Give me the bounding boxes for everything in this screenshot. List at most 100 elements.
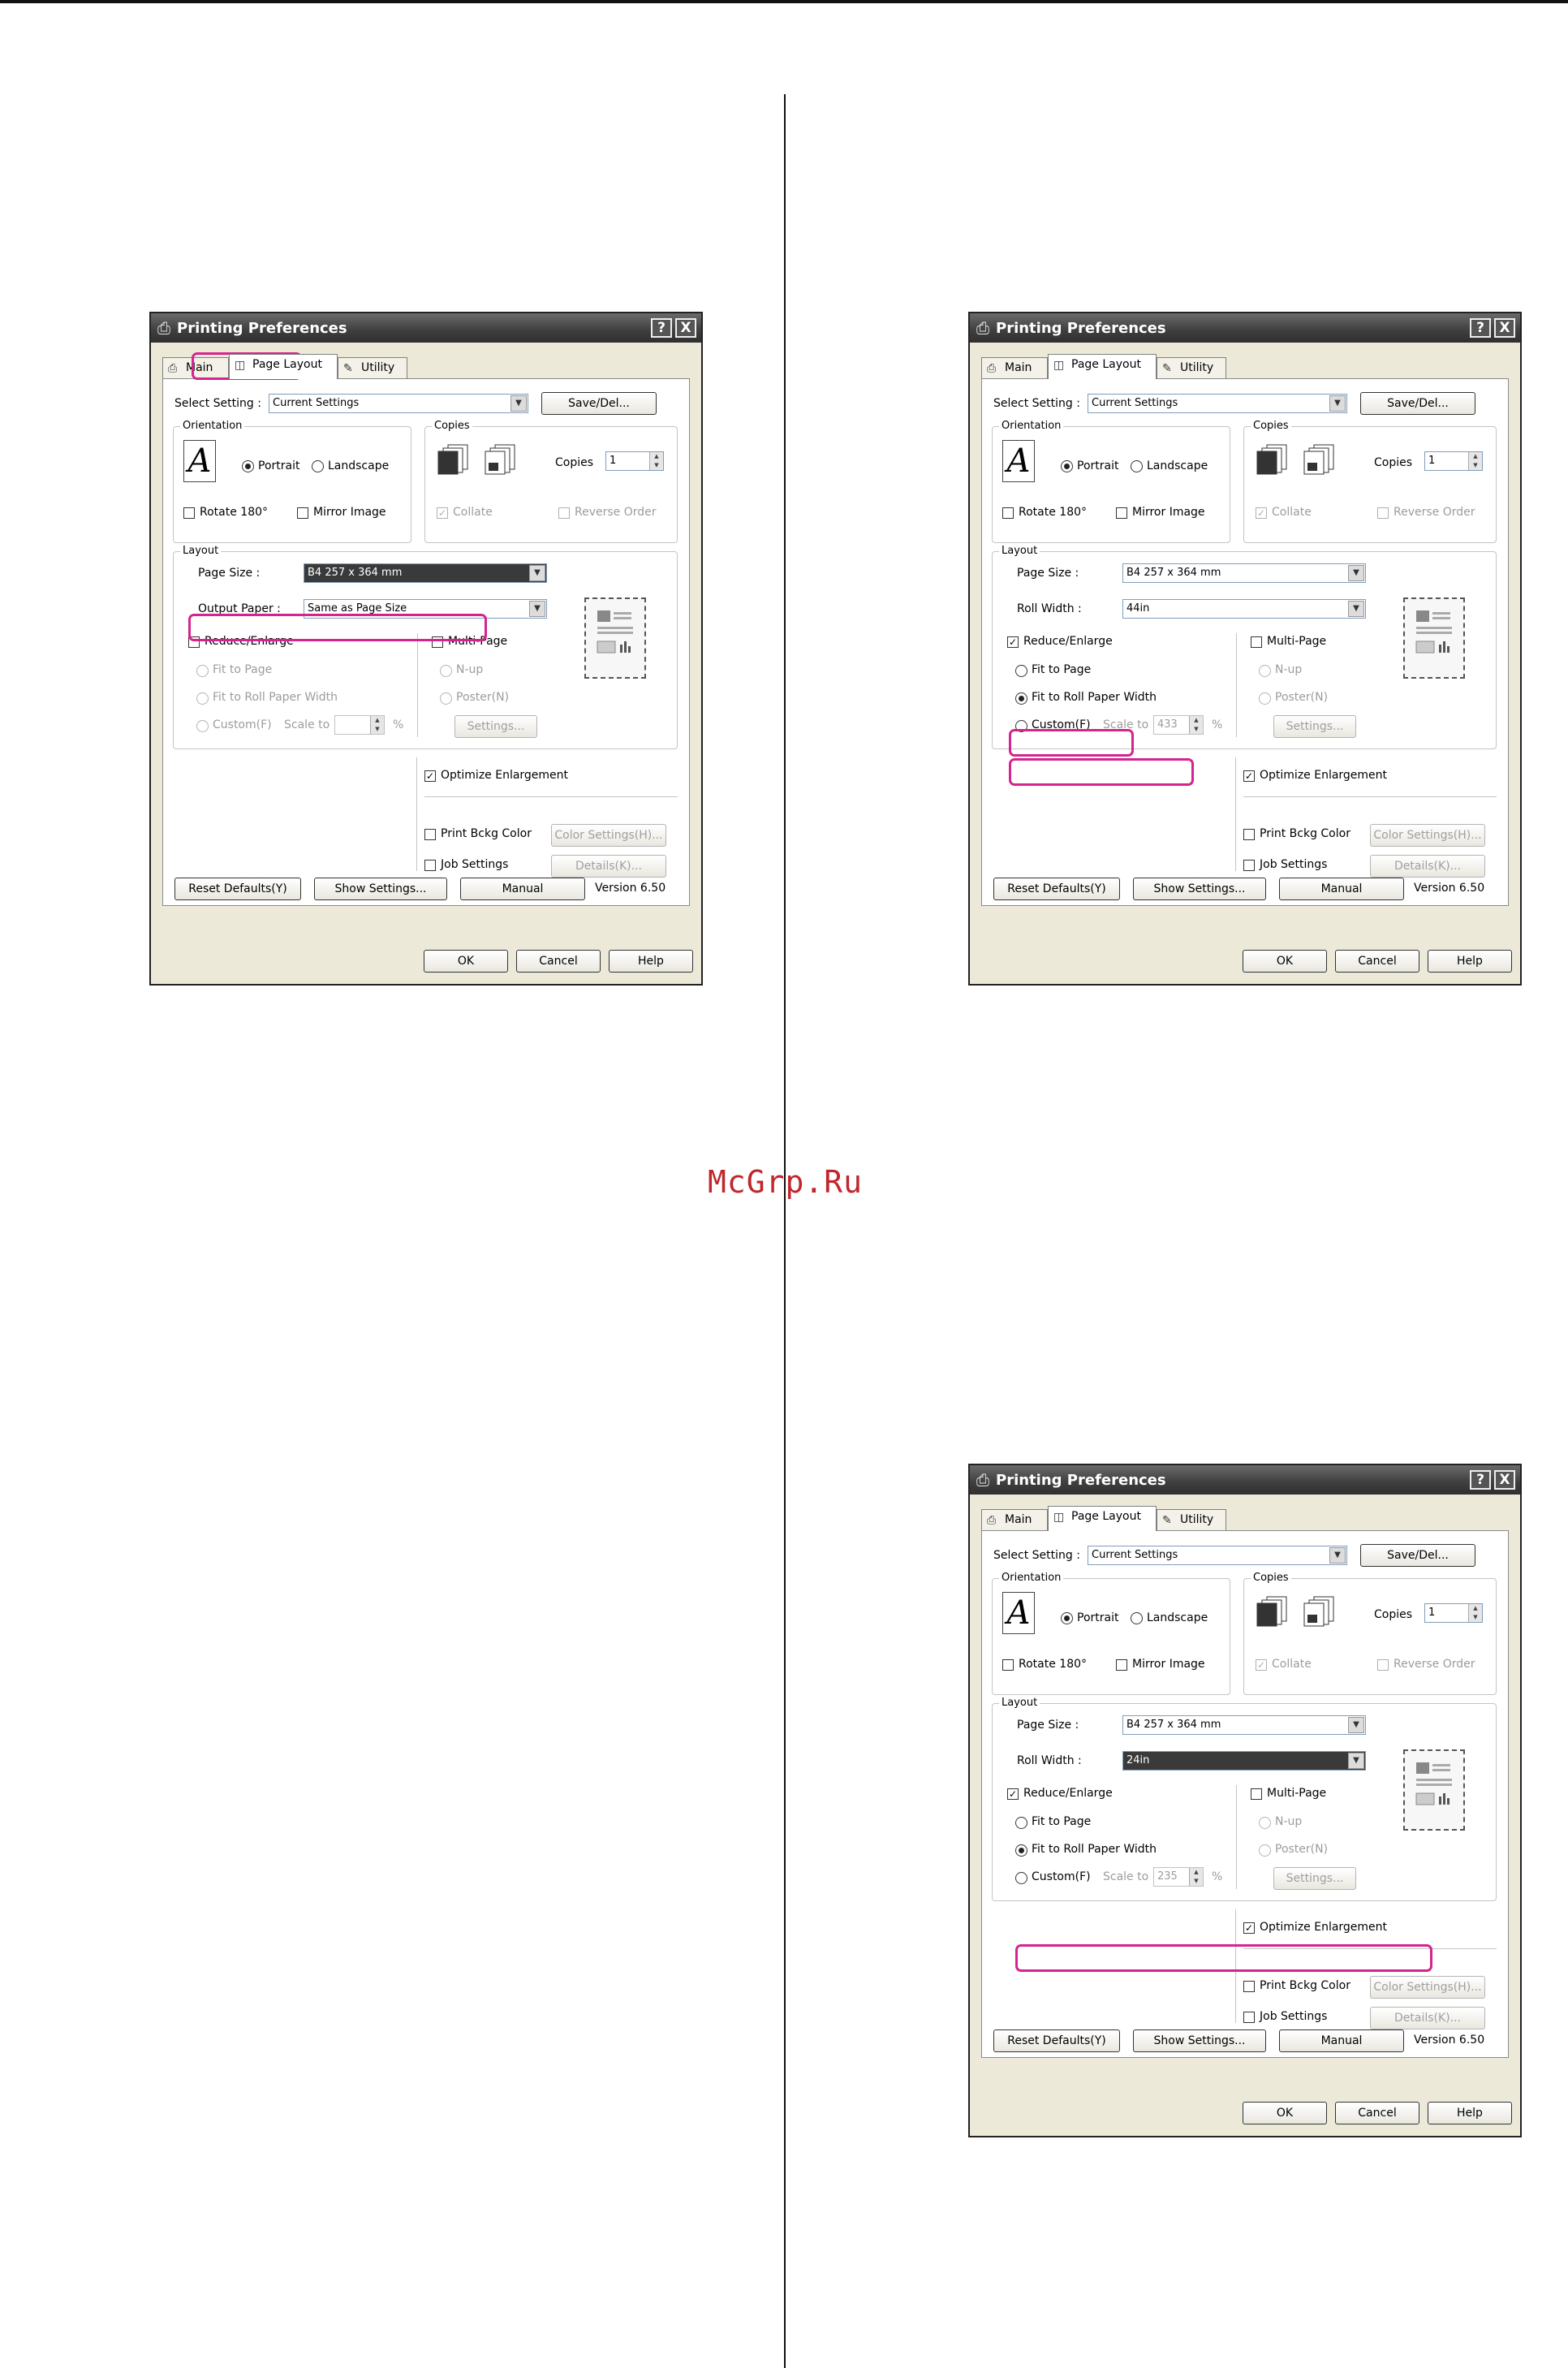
fit-to-page-radio[interactable] (1015, 1817, 1027, 1829)
reduce-enlarge-checkbox[interactable]: ✓ (1007, 1788, 1019, 1800)
show-settings-button[interactable]: Show Settings... (1133, 2029, 1266, 2052)
select-setting-dropdown[interactable]: Current Settings ▼ (1088, 394, 1347, 413)
details-button[interactable]: Details(K)... (1370, 2007, 1485, 2029)
portrait-radio[interactable] (1061, 460, 1073, 472)
save-del-button[interactable]: Save/Del... (1360, 392, 1475, 415)
landscape-radio[interactable] (1131, 1612, 1143, 1624)
title-bar[interactable]: ⎙ Printing Preferences ? X (970, 1465, 1520, 1495)
tab-utility[interactable]: ✎ Utility (1157, 1509, 1226, 1530)
print-bckg-color-checkbox[interactable] (1243, 1981, 1255, 1992)
close-button[interactable]: X (1494, 318, 1515, 338)
save-del-button[interactable]: Save/Del... (541, 392, 657, 415)
spin-arrows-icon[interactable]: ▲ ▼ (1468, 452, 1482, 470)
custom-radio[interactable] (1015, 1872, 1027, 1884)
manual-button[interactable]: Manual (1279, 878, 1404, 900)
save-del-button[interactable]: Save/Del... (1360, 1544, 1475, 1567)
n-up-radio[interactable] (1259, 665, 1271, 677)
copies-stepper[interactable]: 1 ▲ ▼ (1424, 451, 1483, 471)
poster-radio[interactable] (1259, 1844, 1271, 1857)
mirror-image-checkbox[interactable] (297, 507, 308, 519)
show-settings-button[interactable]: Show Settings... (1133, 878, 1266, 900)
reset-defaults-button[interactable]: Reset Defaults(Y) (993, 2029, 1120, 2052)
multi-page-checkbox[interactable] (1251, 1788, 1262, 1800)
reverse-order-checkbox[interactable] (1377, 507, 1389, 519)
custom-radio[interactable] (196, 720, 209, 732)
landscape-radio[interactable] (312, 460, 324, 472)
manual-button[interactable]: Manual (460, 878, 585, 900)
title-bar[interactable]: ⎙ Printing Preferences ? X (970, 313, 1520, 343)
rotate-180-checkbox[interactable] (1002, 507, 1014, 519)
help-button[interactable]: Help (1428, 950, 1512, 973)
optimize-enlargement-checkbox[interactable]: ✓ (424, 770, 436, 782)
fit-to-page-radio[interactable] (196, 665, 209, 677)
reduce-enlarge-checkbox[interactable]: ✓ (1007, 636, 1019, 648)
job-settings-checkbox[interactable] (1243, 2012, 1255, 2023)
cancel-button[interactable]: Cancel (516, 950, 601, 973)
spin-arrows-icon[interactable]: ▲ ▼ (1189, 1868, 1203, 1886)
reverse-order-checkbox[interactable] (558, 507, 570, 519)
ok-button[interactable]: OK (424, 950, 508, 973)
cancel-button[interactable]: Cancel (1335, 950, 1419, 973)
ok-button[interactable]: OK (1243, 2102, 1327, 2124)
page-size-dropdown[interactable]: B4 257 x 364 mm ▼ (1122, 563, 1366, 583)
tab-page-layout[interactable]: ◫ Page Layout (1048, 354, 1157, 379)
show-settings-button[interactable]: Show Settings... (314, 878, 447, 900)
copies-stepper[interactable]: 1 ▲ ▼ (605, 451, 664, 471)
fit-to-page-radio[interactable] (1015, 665, 1027, 677)
rotate-180-checkbox[interactable] (1002, 1659, 1014, 1671)
title-bar[interactable]: ⎙ Printing Preferences ? X (151, 313, 701, 343)
fit-to-roll-radio[interactable] (1015, 692, 1027, 705)
mirror-image-checkbox[interactable] (1116, 507, 1127, 519)
rotate-180-checkbox[interactable] (183, 507, 195, 519)
scale-input[interactable]: ▲ ▼ (334, 715, 385, 735)
n-up-radio[interactable] (1259, 1817, 1271, 1829)
select-setting-dropdown[interactable]: Current Settings ▼ (1088, 1546, 1347, 1565)
poster-radio[interactable] (440, 692, 452, 705)
page-size-dropdown[interactable]: B4 257 x 364 mm ▼ (304, 563, 547, 583)
collate-checkbox[interactable]: ✓ (1256, 507, 1267, 519)
details-button[interactable]: Details(K)... (1370, 855, 1485, 878)
tab-main[interactable]: ⎙ Main (981, 357, 1048, 378)
close-button[interactable]: X (675, 318, 696, 338)
spin-arrows-icon[interactable]: ▲ ▼ (649, 452, 663, 470)
mirror-image-checkbox[interactable] (1116, 1659, 1127, 1671)
multi-page-settings-button[interactable]: Settings... (1273, 1867, 1356, 1890)
tab-page-layout[interactable]: ◫ Page Layout (229, 354, 338, 379)
n-up-radio[interactable] (440, 665, 452, 677)
close-button[interactable]: X (1494, 1470, 1515, 1490)
reverse-order-checkbox[interactable] (1377, 1659, 1389, 1671)
scale-input[interactable]: 235 ▲ ▼ (1153, 1867, 1204, 1887)
tab-utility[interactable]: ✎ Utility (1157, 357, 1226, 378)
portrait-radio[interactable] (1061, 1612, 1073, 1624)
copies-stepper[interactable]: 1 ▲ ▼ (1424, 1603, 1483, 1623)
help-title-button[interactable]: ? (1470, 1470, 1491, 1490)
tab-main[interactable]: ⎙ Main (981, 1509, 1048, 1530)
multi-page-settings-button[interactable]: Settings... (454, 715, 537, 738)
poster-radio[interactable] (1259, 692, 1271, 705)
job-settings-checkbox[interactable] (424, 860, 436, 871)
page-size-dropdown[interactable]: B4 257 x 364 mm ▼ (1122, 1715, 1366, 1735)
help-title-button[interactable]: ? (1470, 318, 1491, 338)
help-button[interactable]: Help (609, 950, 693, 973)
ok-button[interactable]: OK (1243, 950, 1327, 973)
tab-page-layout[interactable]: ◫ Page Layout (1048, 1506, 1157, 1531)
collate-checkbox[interactable]: ✓ (1256, 1659, 1267, 1671)
optimize-enlargement-checkbox[interactable]: ✓ (1243, 770, 1255, 782)
manual-button[interactable]: Manual (1279, 2029, 1404, 2052)
second-setting-dropdown[interactable]: 44in ▼ (1122, 599, 1366, 619)
spin-arrows-icon[interactable]: ▲ ▼ (1468, 1604, 1482, 1622)
cancel-button[interactable]: Cancel (1335, 2102, 1419, 2124)
landscape-radio[interactable] (1131, 460, 1143, 472)
multi-page-settings-button[interactable]: Settings... (1273, 715, 1356, 738)
job-settings-checkbox[interactable] (1243, 860, 1255, 871)
second-setting-dropdown[interactable]: 24in ▼ (1122, 1751, 1366, 1771)
help-button[interactable]: Help (1428, 2102, 1512, 2124)
fit-to-roll-radio[interactable] (196, 692, 209, 705)
print-bckg-color-checkbox[interactable] (1243, 829, 1255, 840)
color-settings-button[interactable]: Color Settings(H)... (1370, 824, 1485, 847)
optimize-enlargement-checkbox[interactable]: ✓ (1243, 1922, 1255, 1934)
help-title-button[interactable]: ? (651, 318, 672, 338)
print-bckg-color-checkbox[interactable] (424, 829, 436, 840)
select-setting-dropdown[interactable]: Current Settings ▼ (269, 394, 528, 413)
reset-defaults-button[interactable]: Reset Defaults(Y) (993, 878, 1120, 900)
